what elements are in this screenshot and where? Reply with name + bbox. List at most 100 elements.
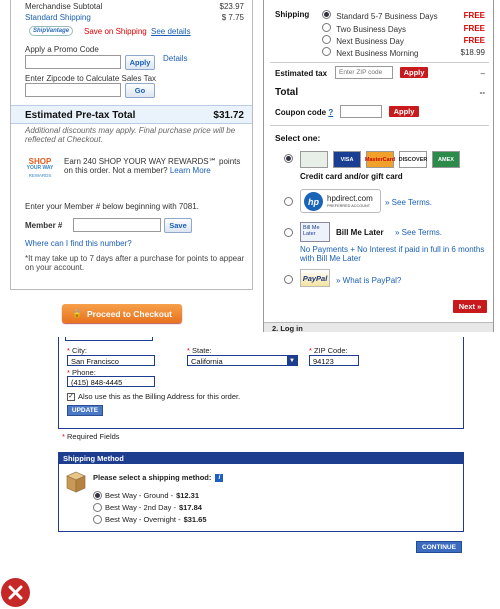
- radio[interactable]: [322, 23, 331, 32]
- shipping-option-0[interactable]: Standard 5-7 Business Days: [322, 10, 438, 21]
- divider: [270, 62, 489, 63]
- member-label: Member #: [25, 221, 63, 230]
- cart-summary-panel: Merchandise Subtotal $23.97 Standard Shi…: [10, 0, 253, 290]
- billmelater-promo: No Payments + No Interest if paid in ful…: [300, 245, 485, 263]
- address-form-panel: * City: San Francisco * State: Californi…: [58, 337, 464, 429]
- radio-selected[interactable]: [93, 491, 102, 500]
- method-option-1[interactable]: Best Way - 2nd Day - $17.84: [93, 503, 202, 512]
- discover-card-icon: DISCOVER: [399, 151, 427, 168]
- shipping-option-3[interactable]: Next Business Morning: [322, 47, 419, 58]
- method-label: Best Way - Overnight -: [105, 515, 181, 524]
- total-value: --: [479, 88, 485, 97]
- shipping-method-heading: Shipping Method: [59, 453, 463, 464]
- mastercard-card-icon: MasterCard: [365, 151, 395, 168]
- coupon-input[interactable]: [340, 105, 382, 118]
- member-number-input[interactable]: [73, 218, 161, 232]
- whatis-paypal-link[interactable]: » What is PayPal?: [336, 276, 401, 285]
- shipping-option-2[interactable]: Next Business Day: [322, 35, 404, 46]
- credit-card-label: Credit card and/or gift card: [300, 172, 403, 181]
- zip-code-input[interactable]: 94123: [309, 355, 359, 366]
- method-option-0[interactable]: Best Way - Ground - $12.31: [93, 491, 199, 500]
- gift-card-icon: [300, 151, 328, 168]
- promo-details-link[interactable]: Details: [163, 54, 187, 63]
- shop-logo-line1: SHOP: [28, 157, 52, 166]
- tax-label: Estimated tax: [275, 69, 328, 78]
- lock-icon: 🔒: [72, 309, 82, 318]
- shipping-option-1[interactable]: Two Business Days: [322, 23, 406, 34]
- option-price: FREE: [463, 11, 485, 20]
- option-price: FREE: [463, 36, 485, 45]
- visa-card-icon: VISA: [333, 151, 361, 168]
- zip-code-label: ZIP Code:: [314, 346, 348, 355]
- apply-promo-button[interactable]: Apply: [125, 55, 155, 70]
- address-line-field[interactable]: [65, 337, 153, 341]
- tax-value: –: [480, 69, 485, 78]
- coupon-label-row: Coupon code ?: [275, 108, 333, 117]
- hp-logo-icon: hp: [304, 192, 323, 211]
- shipvantage-logo: ShipVantage: [29, 26, 74, 36]
- radio[interactable]: [322, 47, 331, 56]
- pretax-label: Estimated Pre-tax Total: [25, 110, 136, 121]
- option-price: $18.99: [460, 48, 485, 57]
- login-step-bar[interactable]: 2. Log in: [264, 322, 493, 333]
- state-label-row: * State:: [187, 346, 212, 355]
- learn-more-link[interactable]: Learn More: [170, 166, 211, 175]
- zipcode-input[interactable]: [25, 83, 121, 97]
- find-number-link[interactable]: Where can I find this number?: [25, 239, 132, 248]
- method-price: $31.65: [183, 515, 207, 524]
- hpdirect-terms-link[interactable]: » See Terms.: [385, 198, 432, 207]
- select-method-label: Please select a shipping method:: [93, 473, 212, 482]
- hpdirect-text: hpdirect.com: [327, 194, 373, 203]
- payment-radio-paypal[interactable]: [284, 275, 293, 284]
- radio-selected[interactable]: [322, 10, 331, 19]
- zip-label-row: * ZIP Code:: [309, 346, 348, 355]
- amex-card-icon: AMEX: [432, 151, 460, 168]
- payment-radio-credit-card[interactable]: [284, 154, 293, 163]
- city-label-row: * City:: [67, 346, 88, 355]
- go-button[interactable]: Go: [125, 83, 155, 98]
- method-label: Best Way - Ground -: [105, 491, 174, 500]
- save-member-button[interactable]: Save: [164, 218, 192, 233]
- package-icon: [66, 471, 86, 493]
- phone-input[interactable]: (415) 848-4445: [67, 376, 155, 387]
- option-price: FREE: [463, 24, 485, 33]
- proceed-to-checkout-label: Proceed to Checkout: [86, 308, 172, 319]
- required-note: Required Fields: [67, 432, 120, 441]
- payment-radio-billmelater[interactable]: [284, 228, 293, 237]
- billmelater-logo: Bill Me Later: [300, 222, 330, 242]
- city-label: City:: [72, 346, 88, 355]
- city-input[interactable]: San Francisco: [67, 355, 155, 366]
- radio[interactable]: [93, 515, 102, 524]
- state-select[interactable]: California ▼: [187, 355, 298, 366]
- proceed-to-checkout-button[interactable]: 🔒 Proceed to Checkout: [62, 304, 182, 323]
- payment-radio-hpdirect[interactable]: [284, 197, 293, 206]
- rewards-block: Earn 240 SHOP YOUR WAY REWARDS℠ points o…: [64, 157, 244, 175]
- checkbox-icon[interactable]: ✓: [67, 392, 75, 401]
- divider: [270, 125, 489, 126]
- billing-checkbox-label: Also use this as the Billing Address for…: [78, 392, 241, 401]
- shop-logo-line2: YOUR WAY: [26, 165, 54, 171]
- total-label: Total: [275, 87, 299, 98]
- promo-input[interactable]: [25, 55, 121, 69]
- option-label: Standard 5-7 Business Days: [336, 12, 438, 21]
- coupon-help-link[interactable]: ?: [328, 108, 333, 117]
- dropdown-icon[interactable]: ▼: [287, 356, 297, 365]
- tax-zip-input[interactable]: [335, 66, 393, 79]
- coupon-apply-button[interactable]: Apply: [389, 106, 419, 117]
- payment-panel: Shipping Standard 5-7 Business Days FREE…: [263, 0, 494, 333]
- option-label: Next Business Day: [336, 37, 404, 46]
- radio[interactable]: [322, 35, 331, 44]
- billmelater-terms-link[interactable]: » See Terms.: [395, 228, 442, 237]
- method-option-2[interactable]: Best Way - Overnight - $31.65: [93, 515, 207, 524]
- state-label: State:: [192, 346, 212, 355]
- next-button[interactable]: Next »: [453, 300, 487, 313]
- tax-apply-button[interactable]: Apply: [400, 67, 428, 78]
- billing-checkbox-row[interactable]: ✓ Also use this as the Billing Address f…: [67, 392, 240, 401]
- select-method-row: Please select a shipping method: i: [93, 473, 224, 482]
- info-icon[interactable]: i: [215, 473, 224, 482]
- update-button[interactable]: UPDATE: [67, 405, 103, 416]
- continue-button[interactable]: CONTINUE: [416, 541, 462, 553]
- radio[interactable]: [93, 503, 102, 512]
- coupon-label: Coupon code: [275, 108, 327, 117]
- see-details-link[interactable]: See details: [151, 27, 191, 36]
